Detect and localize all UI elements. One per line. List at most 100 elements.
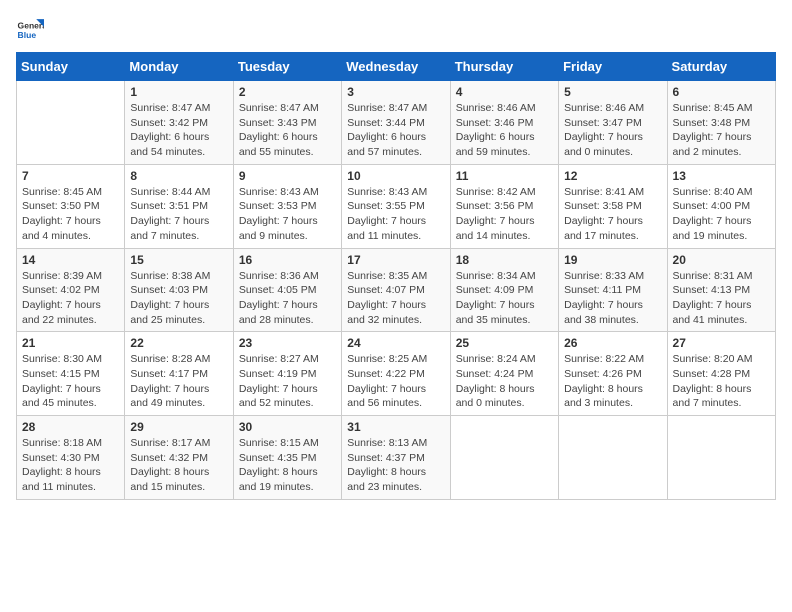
- day-number: 12: [564, 169, 661, 183]
- day-cell: 9 Sunrise: 8:43 AM Sunset: 3:53 PM Daylig…: [233, 164, 341, 248]
- day-detail: Sunrise: 8:45 AM Sunset: 3:50 PM Dayligh…: [22, 185, 119, 244]
- day-number: 14: [22, 253, 119, 267]
- day-number: 18: [456, 253, 553, 267]
- day-detail: Sunrise: 8:42 AM Sunset: 3:56 PM Dayligh…: [456, 185, 553, 244]
- day-cell: 31 Sunrise: 8:13 AM Sunset: 4:37 PM Dayli…: [342, 416, 450, 500]
- day-number: 16: [239, 253, 336, 267]
- day-detail: Sunrise: 8:34 AM Sunset: 4:09 PM Dayligh…: [456, 269, 553, 328]
- column-header-monday: Monday: [125, 53, 233, 81]
- day-detail: Sunrise: 8:40 AM Sunset: 4:00 PM Dayligh…: [673, 185, 770, 244]
- day-detail: Sunrise: 8:18 AM Sunset: 4:30 PM Dayligh…: [22, 436, 119, 495]
- day-detail: Sunrise: 8:38 AM Sunset: 4:03 PM Dayligh…: [130, 269, 227, 328]
- day-number: 30: [239, 420, 336, 434]
- day-number: 11: [456, 169, 553, 183]
- day-detail: Sunrise: 8:33 AM Sunset: 4:11 PM Dayligh…: [564, 269, 661, 328]
- logo: General Blue: [16, 16, 48, 44]
- day-detail: Sunrise: 8:47 AM Sunset: 3:43 PM Dayligh…: [239, 101, 336, 160]
- day-number: 10: [347, 169, 444, 183]
- day-cell: 29 Sunrise: 8:17 AM Sunset: 4:32 PM Dayli…: [125, 416, 233, 500]
- day-cell: 8Sunrise: 8:44 AM Sunset: 3:51 PM Daylig…: [125, 164, 233, 248]
- day-number: 5: [564, 85, 661, 99]
- day-cell: 14 Sunrise: 8:39 AM Sunset: 4:02 PM Dayli…: [17, 248, 125, 332]
- column-header-saturday: Saturday: [667, 53, 775, 81]
- day-number: 23: [239, 336, 336, 350]
- day-cell: 13 Sunrise: 8:40 AM Sunset: 4:00 PM Dayli…: [667, 164, 775, 248]
- day-detail: Sunrise: 8:47 AM Sunset: 3:42 PM Dayligh…: [130, 101, 227, 160]
- week-row-4: 21 Sunrise: 8:30 AM Sunset: 4:15 PM Dayli…: [17, 332, 776, 416]
- week-row-2: 7 Sunrise: 8:45 AM Sunset: 3:50 PM Daylig…: [17, 164, 776, 248]
- day-cell: 12 Sunrise: 8:41 AM Sunset: 3:58 PM Dayli…: [559, 164, 667, 248]
- day-cell: 30 Sunrise: 8:15 AM Sunset: 4:35 PM Dayli…: [233, 416, 341, 500]
- week-row-5: 28 Sunrise: 8:18 AM Sunset: 4:30 PM Dayli…: [17, 416, 776, 500]
- day-cell: 18 Sunrise: 8:34 AM Sunset: 4:09 PM Dayli…: [450, 248, 558, 332]
- column-header-wednesday: Wednesday: [342, 53, 450, 81]
- column-header-friday: Friday: [559, 53, 667, 81]
- day-cell: 15 Sunrise: 8:38 AM Sunset: 4:03 PM Dayli…: [125, 248, 233, 332]
- day-number: 1: [130, 85, 227, 99]
- day-cell: 21 Sunrise: 8:30 AM Sunset: 4:15 PM Dayli…: [17, 332, 125, 416]
- day-cell: 27 Sunrise: 8:20 AM Sunset: 4:28 PM Dayli…: [667, 332, 775, 416]
- day-cell: 4 Sunrise: 8:46 AM Sunset: 3:46 PM Daylig…: [450, 81, 558, 165]
- day-cell: 16 Sunrise: 8:36 AM Sunset: 4:05 PM Dayli…: [233, 248, 341, 332]
- day-number: 9: [239, 169, 336, 183]
- day-detail: Sunrise: 8:15 AM Sunset: 4:35 PM Dayligh…: [239, 436, 336, 495]
- day-detail: Sunrise: 8:28 AM Sunset: 4:17 PM Dayligh…: [130, 352, 227, 411]
- day-cell: 23 Sunrise: 8:27 AM Sunset: 4:19 PM Dayli…: [233, 332, 341, 416]
- day-detail: Sunrise: 8:20 AM Sunset: 4:28 PM Dayligh…: [673, 352, 770, 411]
- day-number: 6: [673, 85, 770, 99]
- day-number: 4: [456, 85, 553, 99]
- day-cell: 11 Sunrise: 8:42 AM Sunset: 3:56 PM Dayli…: [450, 164, 558, 248]
- day-detail: Sunrise: 8:39 AM Sunset: 4:02 PM Dayligh…: [22, 269, 119, 328]
- day-number: 7: [22, 169, 119, 183]
- day-cell: 3Sunrise: 8:47 AM Sunset: 3:44 PM Daylig…: [342, 81, 450, 165]
- day-cell: [17, 81, 125, 165]
- day-number: 22: [130, 336, 227, 350]
- day-number: 27: [673, 336, 770, 350]
- day-number: 28: [22, 420, 119, 434]
- day-number: 2: [239, 85, 336, 99]
- day-cell: 7 Sunrise: 8:45 AM Sunset: 3:50 PM Daylig…: [17, 164, 125, 248]
- day-number: 31: [347, 420, 444, 434]
- day-detail: Sunrise: 8:45 AM Sunset: 3:48 PM Dayligh…: [673, 101, 770, 160]
- day-detail: Sunrise: 8:46 AM Sunset: 3:47 PM Dayligh…: [564, 101, 661, 160]
- day-cell: 19 Sunrise: 8:33 AM Sunset: 4:11 PM Dayli…: [559, 248, 667, 332]
- day-number: 29: [130, 420, 227, 434]
- day-detail: Sunrise: 8:36 AM Sunset: 4:05 PM Dayligh…: [239, 269, 336, 328]
- day-detail: Sunrise: 8:46 AM Sunset: 3:46 PM Dayligh…: [456, 101, 553, 160]
- day-detail: Sunrise: 8:22 AM Sunset: 4:26 PM Dayligh…: [564, 352, 661, 411]
- day-number: 19: [564, 253, 661, 267]
- day-detail: Sunrise: 8:43 AM Sunset: 3:53 PM Dayligh…: [239, 185, 336, 244]
- day-cell: 28 Sunrise: 8:18 AM Sunset: 4:30 PM Dayli…: [17, 416, 125, 500]
- day-number: 26: [564, 336, 661, 350]
- day-detail: Sunrise: 8:27 AM Sunset: 4:19 PM Dayligh…: [239, 352, 336, 411]
- column-header-thursday: Thursday: [450, 53, 558, 81]
- calendar-header-row: SundayMondayTuesdayWednesdayThursdayFrid…: [17, 53, 776, 81]
- day-number: 21: [22, 336, 119, 350]
- week-row-1: 1 Sunrise: 8:47 AM Sunset: 3:42 PM Daylig…: [17, 81, 776, 165]
- day-number: 17: [347, 253, 444, 267]
- logo-icon: General Blue: [16, 16, 44, 44]
- day-cell: 20 Sunrise: 8:31 AM Sunset: 4:13 PM Dayli…: [667, 248, 775, 332]
- day-detail: Sunrise: 8:25 AM Sunset: 4:22 PM Dayligh…: [347, 352, 444, 411]
- day-detail: Sunrise: 8:24 AM Sunset: 4:24 PM Dayligh…: [456, 352, 553, 411]
- day-detail: Sunrise: 8:31 AM Sunset: 4:13 PM Dayligh…: [673, 269, 770, 328]
- day-detail: Sunrise: 8:17 AM Sunset: 4:32 PM Dayligh…: [130, 436, 227, 495]
- day-detail: Sunrise: 8:41 AM Sunset: 3:58 PM Dayligh…: [564, 185, 661, 244]
- day-cell: [450, 416, 558, 500]
- week-row-3: 14 Sunrise: 8:39 AM Sunset: 4:02 PM Dayli…: [17, 248, 776, 332]
- day-number: 8: [130, 169, 227, 183]
- day-detail: Sunrise: 8:13 AM Sunset: 4:37 PM Dayligh…: [347, 436, 444, 495]
- day-number: 24: [347, 336, 444, 350]
- day-cell: 10Sunrise: 8:43 AM Sunset: 3:55 PM Dayli…: [342, 164, 450, 248]
- day-cell: 2 Sunrise: 8:47 AM Sunset: 3:43 PM Daylig…: [233, 81, 341, 165]
- calendar-table: SundayMondayTuesdayWednesdayThursdayFrid…: [16, 52, 776, 500]
- day-detail: Sunrise: 8:47 AM Sunset: 3:44 PM Dayligh…: [347, 101, 444, 160]
- day-cell: 5 Sunrise: 8:46 AM Sunset: 3:47 PM Daylig…: [559, 81, 667, 165]
- day-number: 20: [673, 253, 770, 267]
- day-number: 25: [456, 336, 553, 350]
- day-detail: Sunrise: 8:30 AM Sunset: 4:15 PM Dayligh…: [22, 352, 119, 411]
- day-number: 13: [673, 169, 770, 183]
- day-detail: Sunrise: 8:35 AM Sunset: 4:07 PM Dayligh…: [347, 269, 444, 328]
- day-number: 15: [130, 253, 227, 267]
- page-header: General Blue: [16, 16, 776, 44]
